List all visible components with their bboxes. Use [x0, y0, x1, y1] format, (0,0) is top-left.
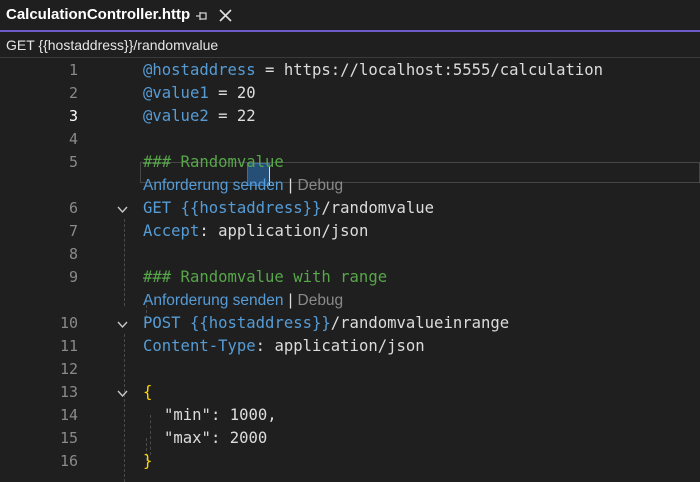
- close-icon[interactable]: [219, 9, 232, 22]
- line-number: 5: [68, 153, 78, 171]
- codelens-separator: |: [288, 177, 293, 194]
- code-text: @hostaddress = https://localhost:5555/ca…: [143, 59, 603, 82]
- codelens-request-2: Anforderung senden | Debug: [143, 289, 343, 312]
- variable-value: 22: [236, 107, 256, 125]
- header-name: Accept: [143, 222, 200, 240]
- variable-name: @hostaddress: [143, 61, 256, 79]
- code-editor[interactable]: 1 @hostaddress = https://localhost:5555/…: [0, 58, 700, 482]
- code-text: POST {{hostaddress}}/randomvalueinrange: [143, 312, 509, 335]
- code-line: 11 Content-Type: application/json: [0, 335, 700, 358]
- line-number: 10: [59, 314, 78, 332]
- chevron-down-icon[interactable]: [117, 319, 128, 330]
- operator: =: [255, 61, 284, 79]
- line-number: 4: [68, 130, 78, 148]
- navigation-bar[interactable]: GET {{hostaddress}}/randomvalue: [0, 32, 700, 58]
- code-line-active: 3 @value2 = 22: [0, 105, 700, 128]
- send-request-link[interactable]: Anforderung senden: [143, 177, 283, 194]
- code-line: 5 ### Randomvalue: [0, 151, 700, 174]
- code-text: GET {{hostaddress}}/randomvalue: [143, 197, 434, 220]
- code-text: Content-Type: application/json: [143, 335, 425, 358]
- code-line: 1 @hostaddress = https://localhost:5555/…: [0, 59, 700, 82]
- line-number: 11: [59, 337, 78, 355]
- code-text: @value1 = 20: [143, 82, 256, 105]
- chevron-down-icon[interactable]: [117, 204, 128, 215]
- request-selector[interactable]: GET {{hostaddress}}/randomvalue: [6, 37, 218, 53]
- line-number: 12: [59, 360, 78, 378]
- variable-value: 20: [236, 84, 256, 102]
- code-text: @value2 = 22: [143, 105, 256, 128]
- http-method: POST: [143, 314, 181, 332]
- variable-name: @value1: [143, 84, 209, 102]
- variable-name: @value2: [143, 107, 209, 125]
- request-path: /randomvalue: [321, 199, 435, 217]
- header-separator: :: [199, 222, 219, 240]
- json-property: "max": 2000: [164, 429, 268, 447]
- code-line: 15 "max": 2000: [0, 427, 700, 450]
- pin-icon[interactable]: [195, 9, 209, 23]
- json-property: "min": 1000,: [164, 406, 277, 424]
- code-line: 10 POST {{hostaddress}}/randomvalueinran…: [0, 312, 700, 335]
- code-line: 13 {: [0, 381, 700, 404]
- line-number: 6: [68, 199, 78, 217]
- tab-title: CalculationController.http: [6, 6, 191, 23]
- close-brace: }: [143, 452, 153, 470]
- operator: =: [208, 84, 237, 102]
- header-name: Content-Type: [143, 337, 256, 355]
- send-request-link[interactable]: Anforderung senden: [143, 292, 283, 309]
- line-number: 2: [68, 84, 78, 102]
- code-line: 4: [0, 128, 700, 151]
- code-line: 8: [0, 243, 700, 266]
- request-comment: ### Randomvalue with range: [143, 268, 388, 286]
- codelens-separator: |: [288, 292, 293, 309]
- line-number: 3: [68, 107, 78, 125]
- line-number: 1: [68, 61, 78, 79]
- header-value: application/json: [218, 222, 369, 240]
- header-value: application/json: [274, 337, 425, 355]
- open-brace: {: [143, 383, 153, 401]
- operator: =: [208, 107, 237, 125]
- code-line: 16 }: [0, 450, 700, 473]
- variable-value: https://localhost:5555/calculation: [283, 61, 604, 79]
- line-number: 8: [68, 245, 78, 263]
- line-number: 7: [68, 222, 78, 240]
- line-number: 13: [59, 383, 78, 401]
- chevron-down-icon[interactable]: [117, 388, 128, 399]
- tab-calculationcontroller-http[interactable]: CalculationController.http: [0, 0, 240, 32]
- code-line: 9 ### Randomvalue with range: [0, 266, 700, 289]
- http-method: GET: [143, 199, 172, 217]
- debug-link[interactable]: Debug: [298, 177, 344, 194]
- line-number: 14: [59, 406, 78, 424]
- variable-placeholder: {{hostaddress}}: [189, 314, 331, 332]
- line-number: 15: [59, 429, 78, 447]
- line-number: 16: [59, 452, 78, 470]
- debug-link[interactable]: Debug: [298, 292, 344, 309]
- tab-strip: CalculationController.http: [0, 0, 700, 32]
- code-line: 12: [0, 358, 700, 381]
- code-line: 7 Accept: application/json: [0, 220, 700, 243]
- line-number: 9: [68, 268, 78, 286]
- code-line: 14 "min": 1000,: [0, 404, 700, 427]
- code-line: 2 @value1 = 20: [0, 82, 700, 105]
- variable-placeholder: {{hostaddress}}: [180, 199, 322, 217]
- header-separator: :: [255, 337, 275, 355]
- code-text: Accept: application/json: [143, 220, 368, 243]
- codelens-request-1: Anforderung senden | Debug: [143, 174, 343, 197]
- code-line: 6 GET {{hostaddress}}/randomvalue: [0, 197, 700, 220]
- request-comment: ### Randomvalue: [143, 153, 284, 171]
- request-path: /randomvalueinrange: [330, 314, 510, 332]
